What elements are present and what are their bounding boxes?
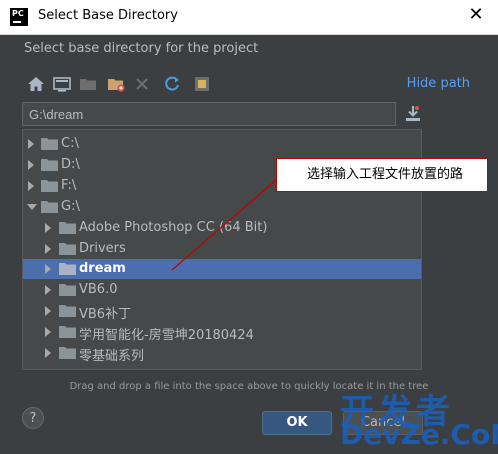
tree-item-smart-study[interactable]: 学用智能化-房雪坤20180424 [23, 322, 421, 343]
project-folder-icon[interactable] [78, 74, 98, 94]
tree-item-label: VB6.0 [79, 282, 118, 297]
folder-icon [59, 243, 76, 255]
delete-icon[interactable] [132, 74, 152, 94]
folder-icon [59, 284, 76, 296]
expand-arrow-icon[interactable] [28, 181, 34, 191]
tree-item-label: D:\ [61, 157, 80, 172]
cancel-button[interactable]: Cancel [343, 411, 423, 435]
tree-item-label: dream [79, 261, 126, 276]
drive-folder-icon [41, 201, 58, 213]
expand-arrow-icon[interactable] [28, 139, 34, 149]
expand-arrow-icon[interactable] [45, 264, 51, 274]
expand-arrow-icon[interactable] [45, 223, 51, 233]
folder-icon [59, 347, 76, 359]
tree-item-basics-series[interactable]: 零基础系列 [23, 343, 421, 364]
expand-arrow-icon[interactable] [45, 244, 51, 254]
tree-item-drivers[interactable]: Drivers [23, 239, 421, 259]
drive-folder-icon [41, 180, 58, 192]
tree-item-adobe[interactable]: Adobe Photoshop CC (64 Bit) [23, 218, 421, 238]
dialog-subtitle: Select base directory for the project [24, 41, 259, 56]
help-button[interactable]: ? [22, 407, 44, 429]
ok-button[interactable]: OK [262, 411, 332, 435]
folder-icon [59, 326, 76, 338]
folder-icon [59, 222, 76, 234]
tree-item-vb6-patch[interactable]: VB6补丁 [23, 301, 421, 322]
drive-folder-icon [41, 138, 58, 150]
tree-item-label: G:\ [61, 199, 80, 214]
collapse-arrow-icon[interactable] [27, 204, 37, 210]
refresh-icon[interactable] [162, 74, 182, 94]
window-title: Select Base Directory [38, 8, 178, 23]
pycharm-logo-icon: PC [10, 8, 28, 26]
tree-item-g[interactable]: G:\ [23, 197, 421, 217]
tree-item-dream[interactable]: dream [23, 259, 421, 279]
expand-arrow-icon[interactable] [45, 348, 51, 358]
tree-item-label: Adobe Photoshop CC (64 Bit) [79, 220, 268, 235]
close-button[interactable]: ✕ [464, 3, 488, 27]
new-folder-icon[interactable] [106, 74, 126, 94]
toolbar: Hide path [22, 72, 472, 98]
folder-icon [59, 263, 76, 275]
drag-drop-hint: Drag and drop a file into the space abov… [69, 381, 429, 392]
expand-arrow-icon[interactable] [28, 160, 34, 170]
title-bar: PC Select Base Directory ✕ [0, 0, 498, 35]
expand-arrow-icon[interactable] [45, 285, 51, 295]
tree-item-label: C:\ [61, 136, 79, 151]
home-icon[interactable] [26, 74, 46, 94]
download-path-icon[interactable] [404, 104, 422, 124]
hide-path-link[interactable]: Hide path [407, 76, 470, 91]
tree-item-label: VB6补丁 [79, 307, 132, 322]
tree-item-label: 学用智能化-房雪坤20180424 [79, 328, 254, 343]
desktop-icon[interactable] [52, 74, 72, 94]
drive-folder-icon [41, 159, 58, 171]
expand-arrow-icon[interactable] [45, 306, 51, 316]
expand-arrow-icon[interactable] [45, 327, 51, 337]
show-hidden-icon[interactable] [192, 74, 212, 94]
tree-item-label: Drivers [79, 241, 126, 256]
annotation-callout: 选择输入工程文件放置的路 [276, 158, 488, 192]
tree-item-label: F:\ [61, 178, 77, 193]
tree-item-vb60[interactable]: VB6.0 [23, 280, 421, 300]
path-input[interactable] [22, 102, 396, 126]
tree-item-label: 零基础系列 [79, 349, 145, 364]
tree-item-c[interactable]: C:\ [23, 134, 421, 154]
folder-icon [59, 305, 76, 317]
